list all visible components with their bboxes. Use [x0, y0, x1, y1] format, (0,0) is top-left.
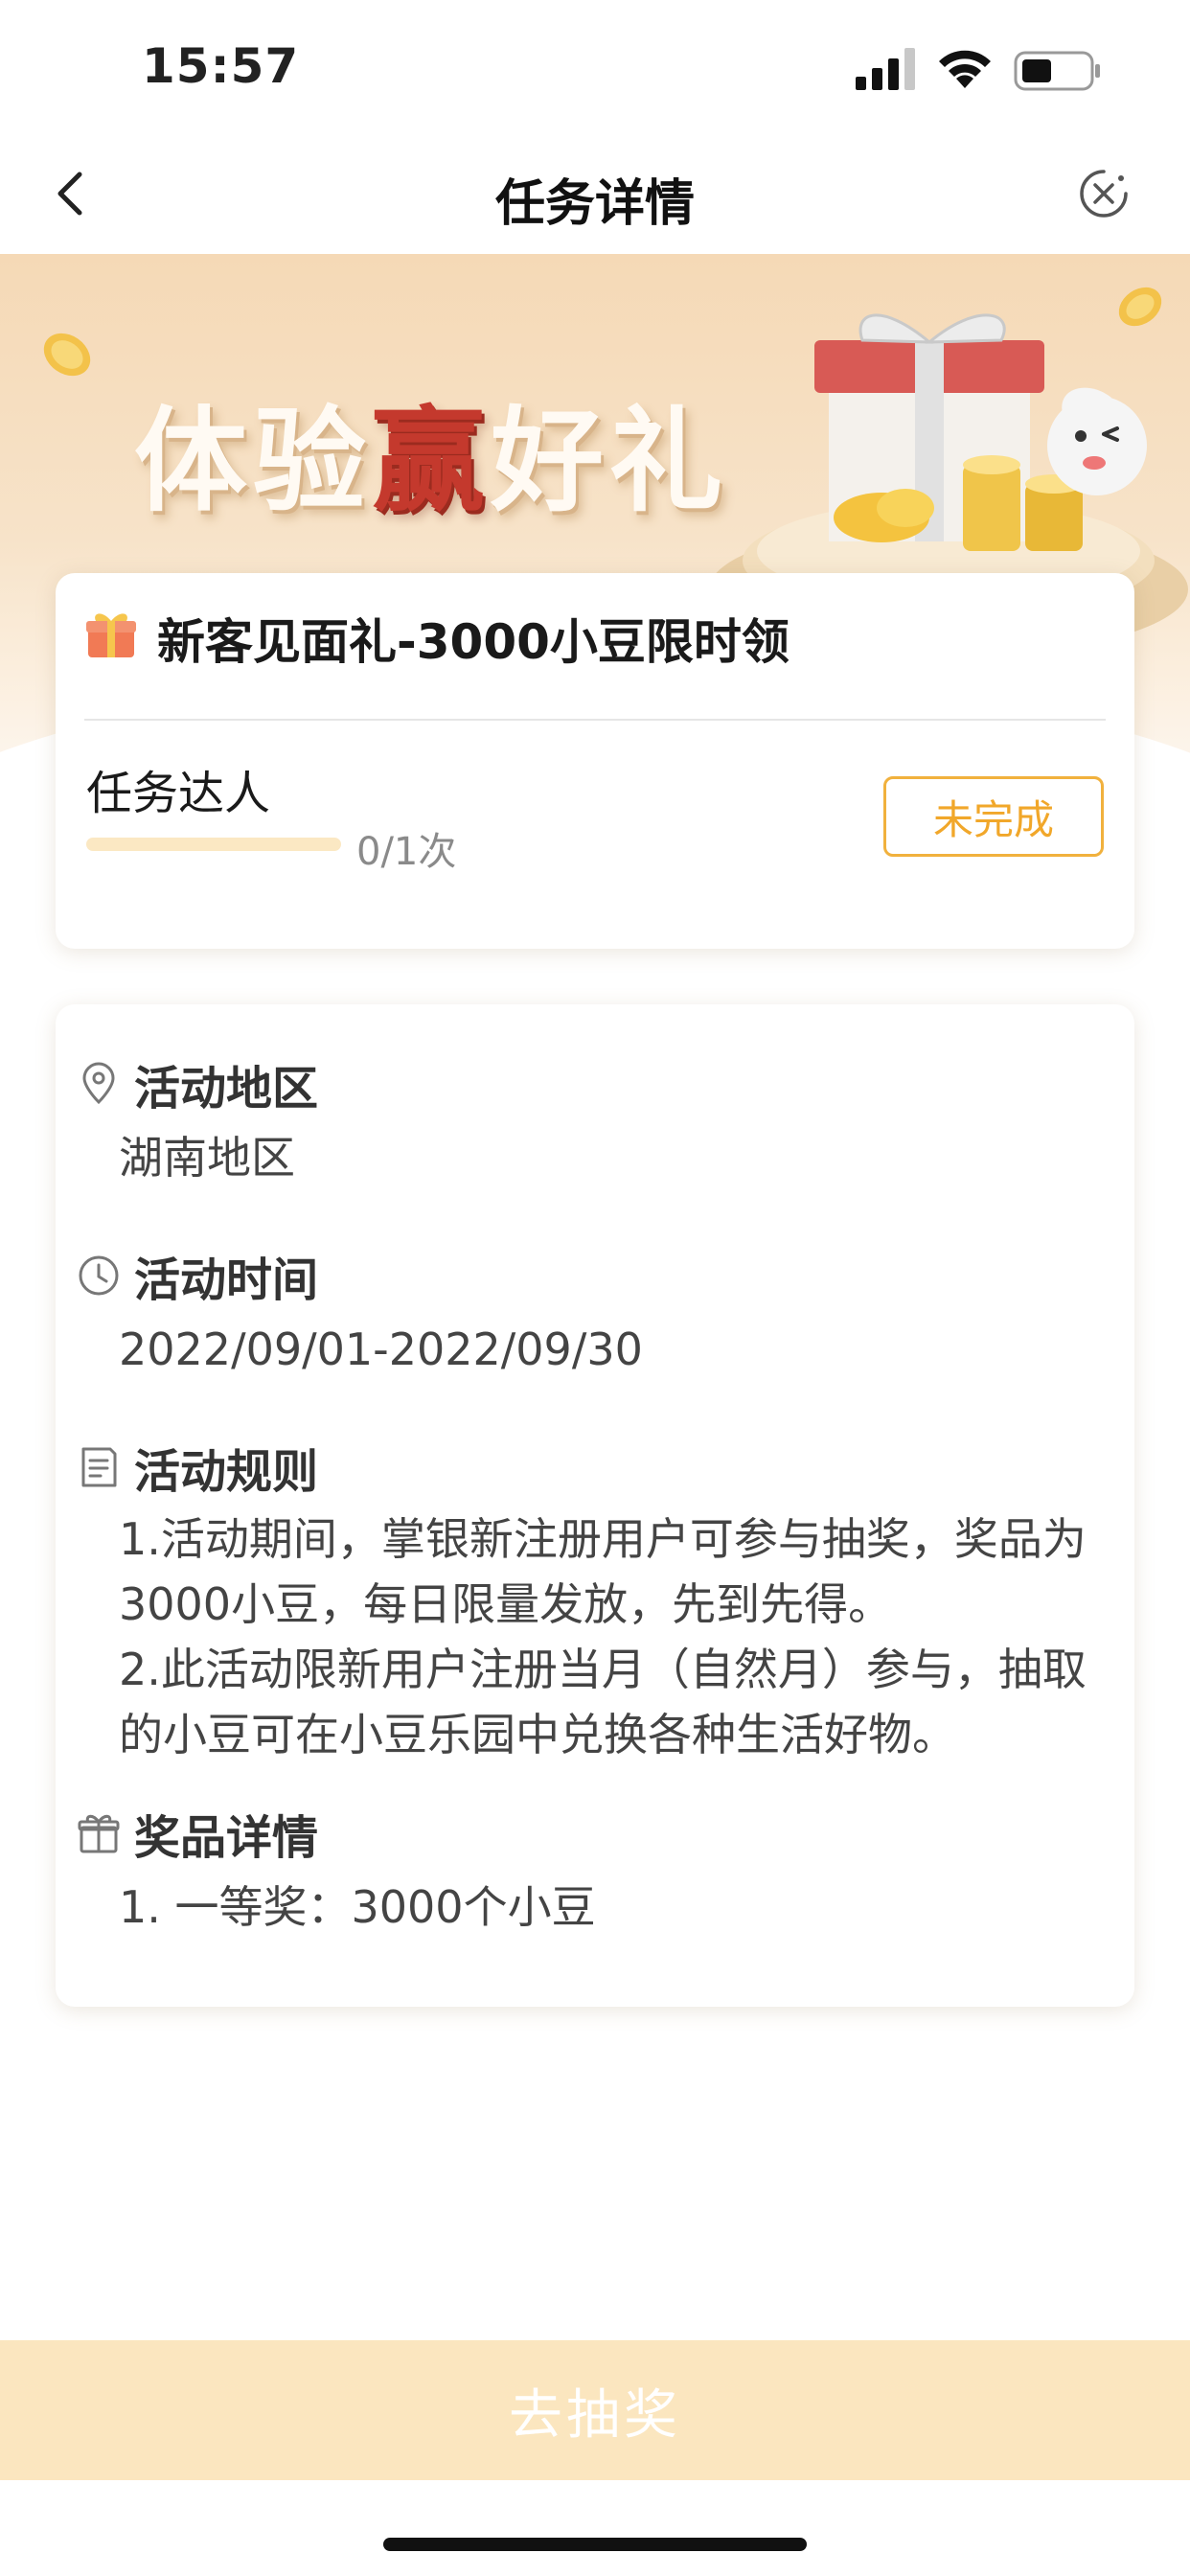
task-progress-text: 0/1次 [356, 830, 457, 874]
wifi-icon [939, 50, 991, 88]
divider [84, 719, 1106, 721]
region-value: 湖南地区 [119, 1132, 295, 1184]
battery-icon [1014, 51, 1100, 91]
time-value: 2022/09/01-2022/09/30 [119, 1323, 643, 1375]
rules-title: 活动规则 [134, 1445, 319, 1499]
rules-body: 1.活动期间，掌银新注册用户可参与抽奖，奖品为3000小豆，每日限量发放，先到先… [119, 1506, 1106, 1767]
rule-line: 1.活动期间，掌银新注册用户可参与抽奖，奖品为3000小豆，每日限量发放，先到先… [119, 1513, 1087, 1630]
prize-section-header: 奖品详情 [77, 1800, 318, 1867]
rule-line: 2.此活动限新用户注册当月（自然月）参与，抽取的小豆可在小豆乐园中兑换各种生活好… [119, 1644, 1087, 1760]
prize-value: 1. 一等奖：3000个小豆 [119, 1881, 596, 1933]
rules-section-header: 活动规则 [77, 1434, 318, 1501]
page-title: 任务详情 [494, 175, 695, 233]
status-time: 15:57 [142, 38, 300, 94]
banner-title-highlight: 赢 [372, 395, 492, 527]
prize-title: 奖品详情 [134, 1811, 319, 1865]
task-name: 新客见面礼-3000小豆限时领 [157, 614, 790, 670]
location-pin-icon [82, 1062, 115, 1105]
draw-lottery-button[interactable]: 去抽奖 [0, 2340, 1190, 2480]
status-bar: 15:57 [0, 0, 1190, 134]
time-section-header: 活动时间 [77, 1242, 318, 1309]
coin-icon [43, 333, 91, 377]
clock-icon [79, 1255, 119, 1296]
document-icon [81, 1447, 117, 1487]
activity-info-card: 活动地区 湖南地区 活动时间 2022/09/01-2022/09/30 活动规… [56, 1004, 1134, 2007]
gift-icon [86, 613, 136, 657]
nav-bar: 任务详情 [0, 134, 1190, 254]
task-status-button[interactable]: 未完成 [883, 776, 1104, 857]
time-title: 活动时间 [134, 1254, 319, 1307]
task-role: 任务达人 [86, 767, 271, 820]
close-circle-icon[interactable] [1077, 167, 1131, 220]
banner-title: 体验赢好礼 [134, 395, 729, 527]
region-section-header: 活动地区 [77, 1050, 318, 1117]
home-indicator [383, 2538, 807, 2551]
task-card: 新客见面礼-3000小豆限时领 任务达人 0/1次 未完成 [56, 573, 1134, 949]
region-title: 活动地区 [134, 1062, 319, 1116]
cellular-signal-icon [856, 48, 915, 90]
task-progress-bar [86, 838, 341, 851]
gift-outline-icon [78, 1814, 120, 1853]
